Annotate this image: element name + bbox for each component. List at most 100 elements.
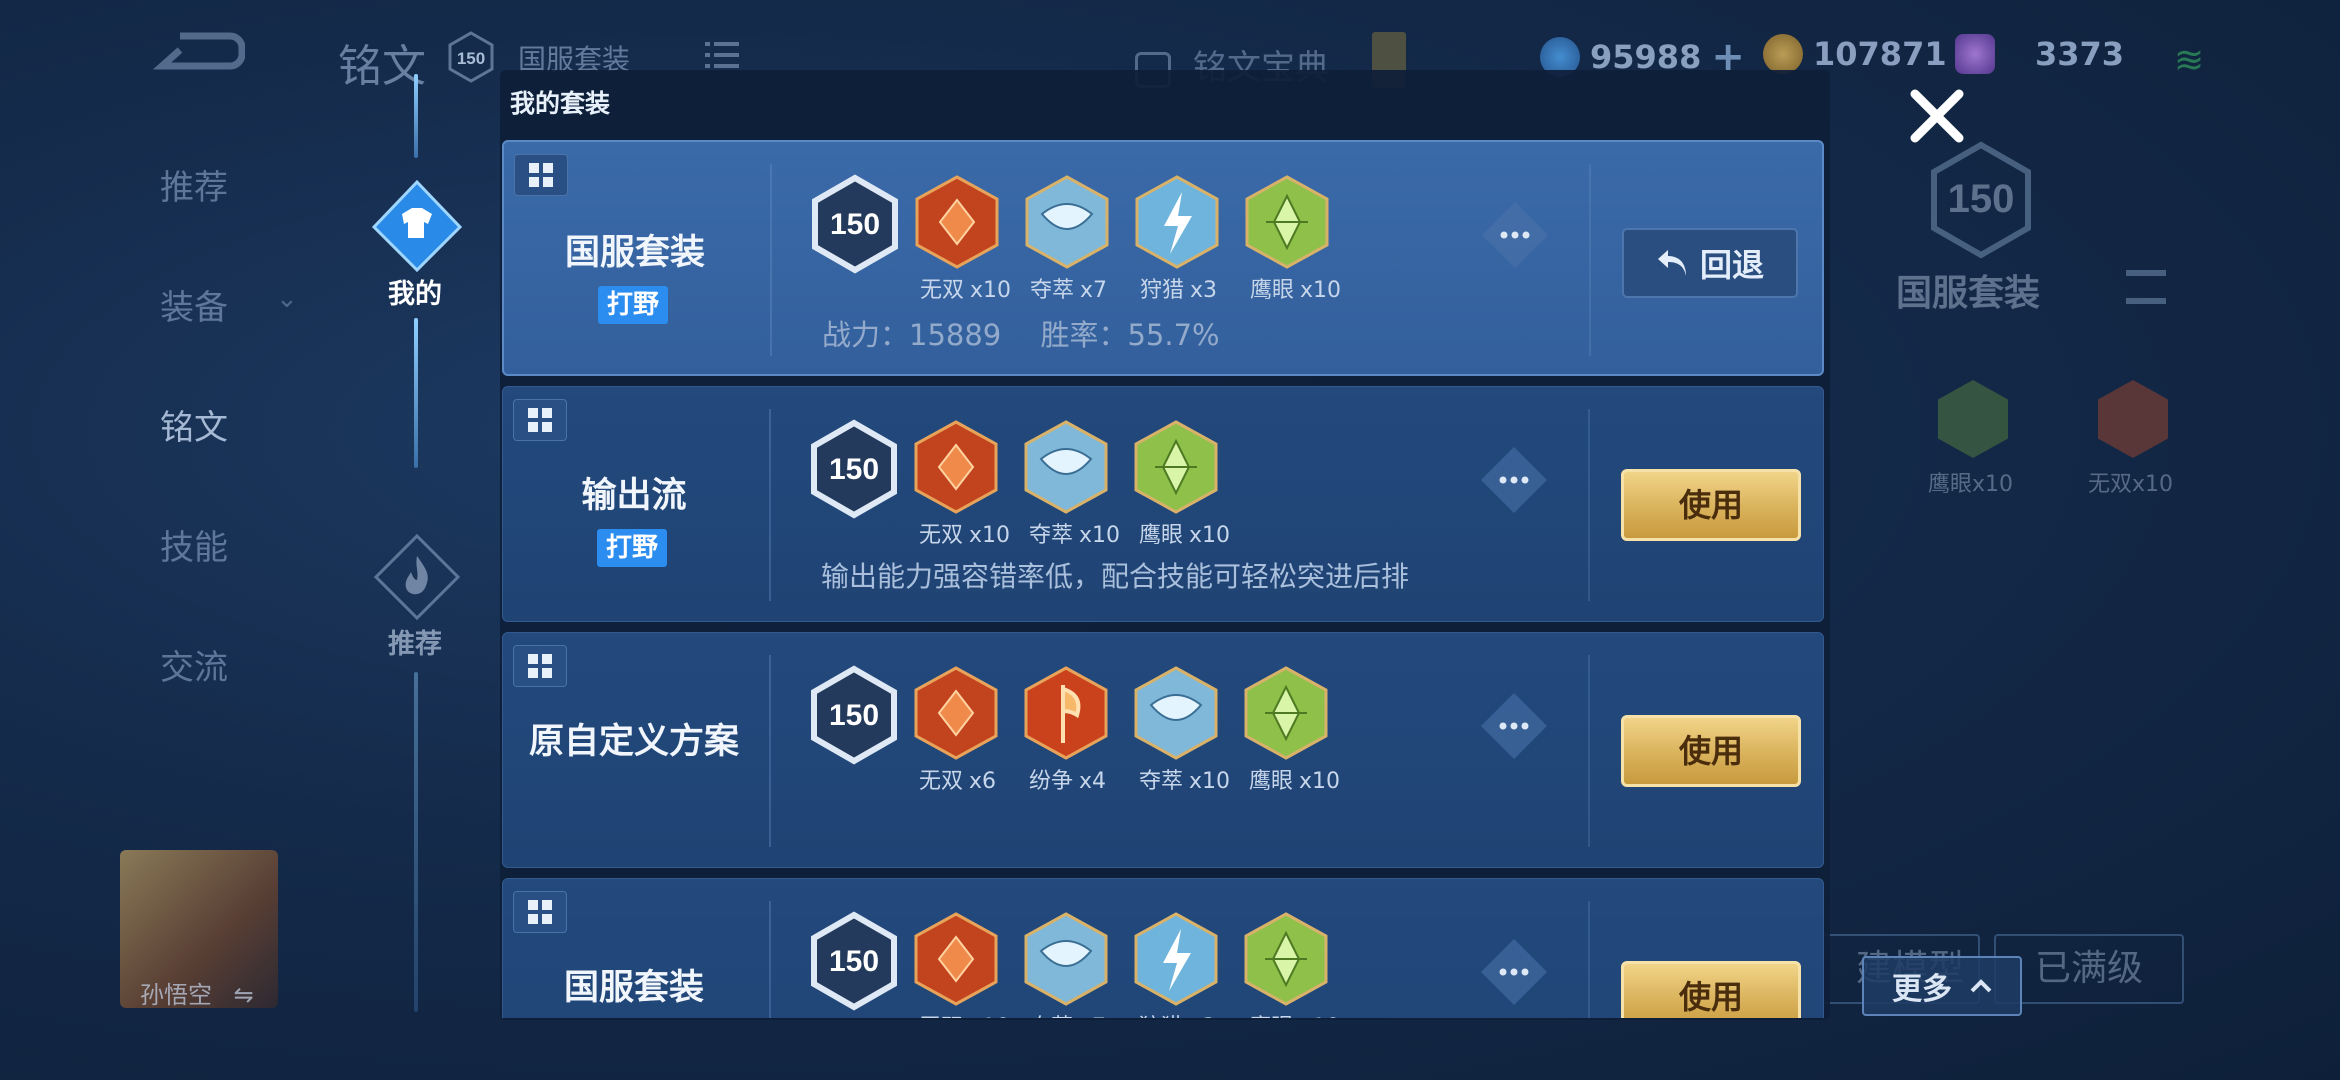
menu-item-skills[interactable]: 技能 xyxy=(160,520,228,569)
rune-item[interactable]: 鹰眼x10 xyxy=(1244,174,1344,303)
revert-button[interactable]: 回退 xyxy=(1622,228,1798,298)
power-stat: 战力：15889 xyxy=(822,318,1002,352)
more-options-icon[interactable] xyxy=(1480,200,1550,270)
preview-rune-red-count: x10 xyxy=(2132,472,2174,497)
rune-item[interactable]: 夺萃 x10 xyxy=(1023,419,1123,548)
rune-green-icon xyxy=(1244,666,1328,760)
coin-icon xyxy=(1763,34,1803,74)
set-card-2[interactable]: 输出流 打野 150 无双 x10 夺萃 x10 鹰眼 x10 输出能力强容错率低，配… xyxy=(502,386,1824,622)
swap-icon: ⇋ xyxy=(233,981,254,1009)
rune-item[interactable]: 无双 x6 xyxy=(913,665,1013,794)
rune-red-icon xyxy=(914,666,998,760)
back-arrow-icon[interactable] xyxy=(150,30,245,80)
more-options-icon[interactable] xyxy=(1479,937,1549,1007)
rune-green-icon xyxy=(1245,175,1329,269)
set-card-1[interactable]: 国服套装 打野 150 无双 x10 夺萃 x7 狩猎 x3 鹰眼 x10 战力… xyxy=(502,140,1824,376)
more-options-icon[interactable] xyxy=(1479,691,1549,761)
use-button[interactable]: 使用 xyxy=(1621,715,1801,787)
rune-label: 鹰眼x10 xyxy=(1139,517,1230,549)
rune-name: 鹰眼 xyxy=(1249,769,1294,794)
preview-level-icon: 150 xyxy=(1931,141,2031,259)
set-name: 国服套装 xyxy=(563,968,704,1008)
list-icon[interactable] xyxy=(705,40,739,70)
tab-recommend[interactable]: 推荐 xyxy=(388,622,442,661)
rune-name: 无双 xyxy=(919,523,964,548)
more-button[interactable]: 更多 xyxy=(1862,956,2022,1016)
menu-item-exchange[interactable]: 交流 xyxy=(160,640,228,689)
flame-icon[interactable] xyxy=(372,532,462,622)
use-button[interactable]: 使用 xyxy=(1621,961,1801,1018)
divider xyxy=(769,901,771,1018)
rune-item[interactable]: 夺萃 x7 xyxy=(1023,911,1123,1018)
rune-item[interactable]: 鹰眼x10 xyxy=(1243,911,1343,1018)
rune-name: 无双 xyxy=(919,1015,963,1018)
close-icon[interactable] xyxy=(1905,84,1969,148)
set-card-3[interactable]: 原自定义方案 150 无双 x6 纷争 x4 夺萃 x10 鹰眼 x10 使用 xyxy=(502,632,1824,868)
menu-item-runes[interactable]: 铭文 xyxy=(160,400,228,449)
rune-label: 夺萃 x7 xyxy=(1029,1009,1106,1018)
rune-item[interactable]: 夺萃 x10 xyxy=(1133,665,1233,794)
more-options-icon[interactable] xyxy=(1479,445,1549,515)
set-card-4[interactable]: 国服套装 150 无双 x10 夺萃 x7 狩猎 x3 鹰眼 x10 xyxy=(502,878,1824,1018)
grid-icon[interactable] xyxy=(513,891,567,933)
rune-blue-icon xyxy=(1025,175,1109,269)
rune-item[interactable]: 鹰眼x10 xyxy=(1243,665,1343,794)
rune-bolt-icon xyxy=(1135,175,1219,269)
rune-count: x10 xyxy=(969,1015,1010,1018)
rune-count: x10 xyxy=(970,278,1012,303)
grid-icon[interactable] xyxy=(513,645,567,687)
currency-coin: 107871 xyxy=(1763,34,1947,74)
rune-name: 夺萃 xyxy=(1029,1015,1073,1018)
rune-item[interactable]: 无双 x10 xyxy=(913,911,1013,1018)
rune-item[interactable]: 夺萃x7 xyxy=(1024,174,1124,303)
set-name: 原自定义方案 xyxy=(528,722,739,762)
grid-icon[interactable] xyxy=(513,399,567,441)
top-level-text: 150 xyxy=(457,49,485,68)
hero-name[interactable]: 孙悟空 ⇋ xyxy=(140,975,254,1010)
rune-label: 狩猎x3 xyxy=(1140,272,1217,304)
tab-mine-icon[interactable] xyxy=(370,180,464,274)
grid-icon[interactable] xyxy=(514,154,568,196)
rune-label: 鹰眼x10 xyxy=(1250,272,1341,304)
rune-item[interactable]: 无双x10 xyxy=(914,174,1014,303)
rune-item[interactable]: 纷争 x4 xyxy=(1023,665,1123,794)
rune-name: 狩猎 xyxy=(1139,1015,1183,1018)
rune-label: 夺萃x7 xyxy=(1030,272,1107,304)
rune-blue-icon xyxy=(1024,912,1108,1006)
menu-item-equipment[interactable]: 装备 xyxy=(160,280,228,329)
rune-item[interactable]: 无双x10 xyxy=(913,419,1013,548)
rune-name: 无双 xyxy=(920,278,965,303)
revert-label: 回退 xyxy=(1699,246,1764,284)
rune-name: 夺萃 xyxy=(1029,523,1074,548)
tab-line-top xyxy=(414,74,418,158)
rune-item[interactable]: 狩猎 x3 xyxy=(1133,911,1233,1018)
rune-name: 纷争 xyxy=(1029,769,1074,794)
rune-count: x10 xyxy=(1300,278,1342,303)
tab-line-bottom xyxy=(414,672,418,1012)
level-hex-icon: 150 xyxy=(812,174,898,274)
use-button[interactable]: 使用 xyxy=(1621,469,1801,541)
rune-green-icon xyxy=(1244,912,1328,1006)
rune-name: 无双 xyxy=(919,769,964,794)
rune-count: x7 xyxy=(1079,1015,1106,1018)
preview-rune-green xyxy=(1938,380,2008,458)
rune-count: x10 xyxy=(1299,1015,1340,1018)
rune-count: x3 xyxy=(1189,1015,1216,1018)
rune-name: 鹰眼 xyxy=(1139,523,1184,548)
rune-item[interactable]: 鹰眼x10 xyxy=(1133,419,1233,548)
rune-item[interactable]: 狩猎x3 xyxy=(1134,174,1234,303)
tab-mine[interactable]: 我的 xyxy=(388,272,442,311)
menu-item-recommend[interactable]: 推荐 xyxy=(160,160,228,209)
rune-label: 无双x10 xyxy=(920,272,1011,304)
level-badge-icon: 150 xyxy=(448,31,494,83)
rune-count: x6 xyxy=(969,769,997,794)
undo-icon xyxy=(1657,250,1686,276)
page-title: 铭文 xyxy=(338,41,426,92)
divider xyxy=(769,409,771,601)
chevron-up-icon xyxy=(1970,979,1992,993)
rune-label: 鹰眼x10 xyxy=(1249,763,1340,795)
rune-name: 狩猎 xyxy=(1140,278,1185,303)
level-text: 150 xyxy=(829,945,879,978)
set-name: 国服套装 xyxy=(564,233,705,273)
set-list: 国服套装 打野 150 无双 x10 夺萃 x7 狩猎 x3 鹰眼 x10 战力… xyxy=(502,138,1824,1018)
